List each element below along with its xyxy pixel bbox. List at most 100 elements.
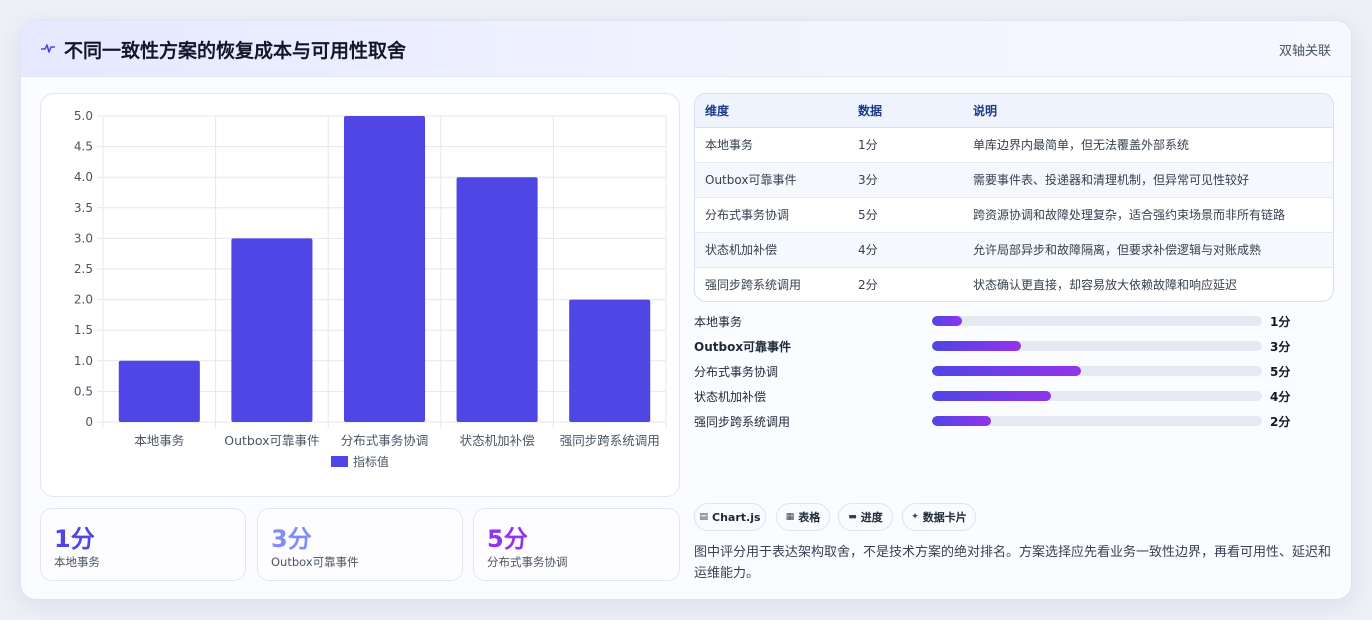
- progress-track: [932, 416, 1262, 426]
- table-cell: Outbox可靠事件: [695, 162, 848, 198]
- progress-row: 分布式事务协调 5分: [694, 361, 1334, 386]
- stat-card-3: 5分 分布式事务协调: [473, 508, 680, 581]
- y-tick-label: 2.5: [74, 262, 93, 276]
- y-tick-label: 5.0: [74, 109, 93, 123]
- bar[interactable]: [231, 238, 313, 422]
- progress-icon: ▬: [848, 512, 857, 522]
- progress-fill: [932, 316, 962, 326]
- table-cell: 2分: [858, 278, 878, 293]
- progress-label: 强同步跨系统调用: [694, 415, 791, 429]
- progress-row: 强同步跨系统调用 2分: [694, 411, 1334, 436]
- chip-data-card[interactable]: ✦ 数据卡片: [902, 503, 976, 531]
- y-tick-label: 1.0: [74, 354, 93, 368]
- progress-track: [932, 341, 1262, 351]
- chip-label: 数据卡片: [922, 511, 967, 524]
- stat-value: 1分: [54, 525, 95, 553]
- y-tick-label: 3.0: [74, 231, 93, 245]
- dashboard-card: 不同一致性方案的恢复成本与可用性取舍 双轴关联 0 0.5 1.0 1.5 2.0 2.5…: [20, 20, 1352, 600]
- y-tick-label: 4.5: [74, 140, 93, 154]
- bar[interactable]: [343, 116, 426, 422]
- chip-label: 进度: [860, 511, 883, 524]
- pulse-icon: [41, 44, 55, 53]
- progress-track: [932, 316, 1262, 326]
- table-row: 本地事务 1分 单库边界内最简单，但无法覆盖外部系统: [695, 127, 1333, 163]
- y-tick-label: 1.5: [74, 323, 93, 337]
- card-header: 不同一致性方案的恢复成本与可用性取舍 双轴关联: [21, 21, 1351, 77]
- table-header-cell: 说明: [963, 94, 1333, 128]
- y-tick-label: 3.5: [74, 201, 93, 215]
- x-tick-label: 强同步跨系统调用: [560, 433, 660, 448]
- y-tick-label: 2.0: [74, 293, 93, 307]
- y-tick-label: 0.5: [74, 384, 93, 398]
- table-cell: 需要事件表、投递器和清理机制，但异常可见性较好: [963, 162, 1333, 198]
- chip-label: 表格: [798, 511, 821, 524]
- table-cell: 强同步跨系统调用: [705, 278, 802, 293]
- progress-track: [932, 391, 1262, 401]
- chip-label: Chart.js: [712, 510, 761, 524]
- progress-label: 状态机加补偿: [694, 390, 767, 404]
- x-tick-label: 本地事务: [134, 433, 184, 448]
- x-tick-label: 状态机加补偿: [460, 433, 535, 448]
- table-cell: 4分: [848, 232, 963, 268]
- x-tick-label: 分布式事务协调: [341, 433, 429, 448]
- table-header-cell: 数据: [848, 94, 963, 128]
- sparkle-icon: ✦: [911, 512, 919, 522]
- stat-value: 3分: [271, 525, 312, 553]
- y-tick-label: 0: [85, 415, 93, 429]
- progress-fill: [932, 391, 1051, 401]
- chip-progress[interactable]: ▬ 进度: [838, 503, 893, 531]
- progress-label: 分布式事务协调: [694, 365, 779, 379]
- stat-label: 分布式事务协调: [487, 555, 568, 569]
- progress-fill: [932, 416, 992, 426]
- x-tick-label: Outbox可靠事件: [224, 433, 319, 448]
- progress-value: 5分: [1270, 365, 1291, 379]
- stat-card-2: 3分 Outbox可靠事件: [257, 508, 463, 581]
- data-table: 维度 数据 说明 本地事务 1分 单库边界内最简单，但无法覆盖外部系统 Outb…: [694, 93, 1334, 302]
- progress-track: [932, 366, 1262, 376]
- chip-table[interactable]: ▦ 表格: [776, 503, 830, 531]
- progress-row: 状态机加补偿 4分: [694, 386, 1334, 411]
- table-cell: 状态机加补偿: [695, 232, 848, 268]
- stat-card-1: 1分 本地事务: [40, 508, 246, 581]
- table-cell: 3分: [848, 162, 963, 198]
- y-tick-label: 4.0: [74, 170, 93, 184]
- progress-list: 本地事务 1分 Outbox可靠事件 3分 分布式事务协调 5分 状态机加补偿 …: [694, 311, 1334, 436]
- table-cell: 跨资源协调和故障处理复杂，适合强约束场景而非所有链路: [963, 197, 1333, 233]
- bar[interactable]: [456, 177, 538, 422]
- table-cell: 分布式事务协调: [695, 197, 848, 233]
- progress-value: 1分: [1270, 315, 1291, 329]
- footnote: 图中评分用于表达架构取舍，不是技术方案的绝对排名。方案选择应先看业务一致性边界，…: [694, 545, 1332, 581]
- table-cell: 允许局部异步和故障隔离，但要求补偿逻辑与对账成熟: [963, 232, 1333, 268]
- table-row: 分布式事务协调 5分 跨资源协调和故障处理复杂，适合强约束场景而非所有链路: [695, 197, 1333, 233]
- stat-label: Outbox可靠事件: [271, 555, 359, 569]
- chart-icon: ▤: [699, 512, 708, 522]
- bar[interactable]: [569, 299, 651, 422]
- chip-chartjs[interactable]: ▤ Chart.js: [694, 503, 766, 531]
- header-tag[interactable]: 双轴关联: [1279, 40, 1331, 59]
- page-title: 不同一致性方案的恢复成本与可用性取舍: [64, 40, 407, 62]
- table-icon: ▦: [785, 512, 795, 522]
- progress-row: Outbox可靠事件 3分: [694, 336, 1334, 361]
- progress-value: 4分: [1270, 390, 1291, 404]
- progress-label: 本地事务: [694, 315, 743, 329]
- table-row: 强同步跨系统调用 2分 状态确认更直接，却容易放大依赖故障和响应延迟: [695, 267, 1333, 301]
- progress-label: Outbox可靠事件: [694, 340, 792, 354]
- stat-value: 5分: [487, 525, 528, 553]
- table-row: 状态机加补偿 4分 允许局部异步和故障隔离，但要求补偿逻辑与对账成熟: [695, 232, 1333, 268]
- bar[interactable]: [118, 360, 200, 422]
- progress-value: 2分: [1270, 415, 1291, 429]
- legend-label[interactable]: 指标值: [353, 454, 389, 469]
- progress-row: 本地事务 1分: [694, 311, 1334, 336]
- bar-chart: 0 0.5 1.0 1.5 2.0 2.5 3.0 3.5 4.0 4.5 5.0 本地事务 Outbo…: [74, 109, 667, 469]
- table-cell: 本地事务: [695, 127, 848, 163]
- table-header-row: 维度 数据 说明: [695, 94, 1333, 128]
- table-cell: 1分: [848, 127, 963, 163]
- stat-label: 本地事务: [54, 555, 100, 569]
- table-cell: 状态确认更直接，却容易放大依赖故障和响应延迟: [973, 278, 1238, 293]
- table-header-cell: 维度: [695, 94, 848, 128]
- table-row: Outbox可靠事件 3分 需要事件表、投递器和清理机制，但异常可见性较好: [695, 162, 1333, 198]
- progress-fill: [932, 366, 1081, 376]
- legend-swatch: [331, 456, 348, 467]
- chart-panel: 0 0.5 1.0 1.5 2.0 2.5 3.0 3.5 4.0 4.5 5.0 本地事务 Outbo…: [40, 93, 680, 497]
- table-cell: 5分: [848, 197, 963, 233]
